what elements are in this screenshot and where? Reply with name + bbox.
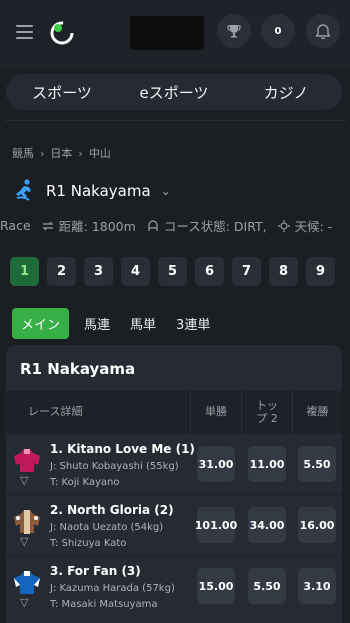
odds-place-button[interactable]: 5.50 <box>298 446 336 482</box>
trainer-info: T: Shizuya Kato <box>50 538 127 549</box>
jockey-info: J: Shuto Kobayashi (55kg) <box>50 461 179 472</box>
odds-top2-button[interactable]: 11.00 <box>248 446 286 482</box>
column-details: レース詳細 <box>28 405 83 419</box>
trainer-info: T: Masaki Matsuyama <box>50 599 158 610</box>
jockey-info: J: Kazuma Harada (57kg) <box>50 583 175 594</box>
weather: 天候: - <box>294 219 333 234</box>
odds-place-button[interactable]: 3.10 <box>298 568 336 604</box>
race-selector[interactable]: R1 Nakayama ⌄ <box>12 178 171 204</box>
category-casino[interactable]: カジノ <box>230 82 342 103</box>
runner-row: ▽ 2. North Gloria (2) J: Naota Uezato (5… <box>6 494 342 554</box>
odds-win-button[interactable]: 31.00 <box>197 446 235 482</box>
chevron-down-icon[interactable]: ▽ <box>20 596 28 609</box>
horse-name: 1. Kitano Love Me (1) <box>50 442 195 456</box>
race-number-selector: 1 2 3 4 5 6 7 8 9 <box>10 257 335 286</box>
tab-exacta[interactable]: 馬単 <box>130 314 156 333</box>
category-esports[interactable]: eスポーツ <box>118 82 230 103</box>
breadcrumb-japan[interactable]: 日本 <box>50 145 72 161</box>
race-number-8[interactable]: 8 <box>269 257 298 286</box>
content-divider <box>0 120 350 130</box>
column-place: 複勝 <box>306 405 329 419</box>
chevron-down-icon[interactable]: ▽ <box>20 474 28 487</box>
bell-icon <box>315 24 331 40</box>
odds-top2-button[interactable]: 5.50 <box>248 568 286 604</box>
race-number-7[interactable]: 7 <box>232 257 261 286</box>
runner-row: ▽ 3. For Fan (3) J: Kazuma Harada (57kg)… <box>6 555 342 615</box>
race-label: Race <box>0 218 31 233</box>
jockey-info: J: Naota Uezato (54kg) <box>50 522 164 533</box>
chevron-down-icon[interactable]: ▽ <box>20 535 28 548</box>
card-title: R1 Nakayama <box>20 360 136 378</box>
bet-type-tabs: メイン 馬連 馬単 3連単 <box>12 308 230 339</box>
tab-trifecta[interactable]: 3連単 <box>176 314 210 333</box>
distance-icon <box>42 221 54 230</box>
trainer-info: T: Koji Kayano <box>50 477 120 488</box>
race-number-5[interactable]: 5 <box>158 257 187 286</box>
trophy-icon <box>227 25 241 38</box>
odds-win-button[interactable]: 15.00 <box>197 568 235 604</box>
menu-icon[interactable] <box>16 25 33 39</box>
race-number-3[interactable]: 3 <box>84 257 113 286</box>
odds-top2-button[interactable]: 34.00 <box>248 507 286 543</box>
trophy-button[interactable] <box>217 14 251 48</box>
breadcrumb-nakayama[interactable]: 中山 <box>89 145 111 161</box>
race-distance: 距離: 1800m <box>58 219 136 234</box>
top-bar: 0 <box>0 0 350 68</box>
column-win: 単勝 <box>205 405 227 419</box>
odds-table-header: レース詳細 単勝 トップ 2 複勝 <box>6 391 342 433</box>
race-title: R1 Nakayama <box>46 182 151 200</box>
horse-name: 2. North Gloria (2) <box>50 503 174 517</box>
breadcrumb-horse-racing[interactable]: 競馬 <box>12 145 34 161</box>
banner-placeholder <box>130 16 204 50</box>
notifications-button[interactable] <box>306 14 340 48</box>
odds-win-button[interactable]: 101.00 <box>195 507 237 543</box>
weather-icon <box>277 219 290 232</box>
runner-row: ▽ 1. Kitano Love Me (1) J: Shuto Kobayas… <box>6 433 342 493</box>
tab-main[interactable]: メイン <box>12 308 70 339</box>
race-number-1[interactable]: 1 <box>10 257 39 286</box>
jockey-silk-icon <box>14 571 40 594</box>
category-nav: スポーツ eスポーツ カジノ <box>6 74 342 110</box>
chevron-down-icon: ⌄ <box>160 184 171 198</box>
odds-place-button[interactable]: 16.00 <box>298 507 336 543</box>
breadcrumb: 競馬 › 日本 › 中山 <box>12 145 111 161</box>
chevron-right-icon: › <box>40 146 45 160</box>
horse-name: 3. For Fan (3) <box>50 564 141 578</box>
course-icon <box>148 219 158 231</box>
counter-value: 0 <box>274 25 282 37</box>
balance-counter[interactable]: 0 <box>261 14 295 48</box>
race-number-4[interactable]: 4 <box>121 257 150 286</box>
horse-racing-icon <box>16 179 31 201</box>
race-card: R1 Nakayama レース詳細 単勝 トップ 2 複勝 ▽ 1. Kitan… <box>6 345 342 623</box>
logo-icon[interactable] <box>49 20 75 46</box>
jockey-silk-icon <box>14 449 40 472</box>
course-condition: コース状態: DIRT, <box>163 219 267 234</box>
chevron-right-icon: › <box>78 146 83 160</box>
race-info: Race 距離: 1800m コース状態: DIRT, 天候: - <box>0 216 342 235</box>
tab-quinella[interactable]: 馬連 <box>84 314 110 333</box>
race-number-6[interactable]: 6 <box>195 257 224 286</box>
category-sports[interactable]: スポーツ <box>6 82 118 103</box>
jockey-silk-icon <box>14 510 40 534</box>
race-number-9[interactable]: 9 <box>306 257 335 286</box>
column-top2: トップ 2 <box>256 398 278 425</box>
race-number-2[interactable]: 2 <box>47 257 76 286</box>
